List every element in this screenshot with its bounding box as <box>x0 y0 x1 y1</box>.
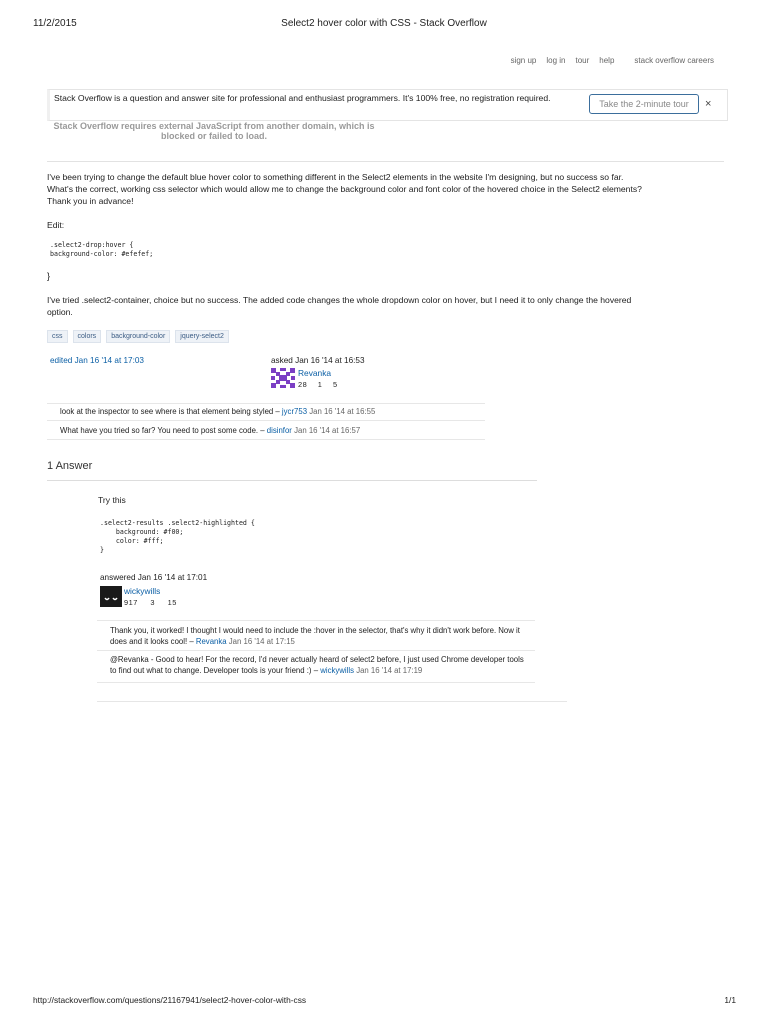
comment-user[interactable]: wickywills <box>320 666 354 675</box>
top-nav: sign up log in tour help stack overflow … <box>511 56 714 65</box>
silver-badge-count: 1 <box>317 380 323 389</box>
take-tour-button[interactable]: Take the 2-minute tour <box>589 94 699 114</box>
question-comment: look at the inspector to see where is th… <box>60 407 480 416</box>
comment-text: look at the inspector to see where is th… <box>60 407 280 416</box>
comment-date[interactable]: Jan 16 '14 at 16:57 <box>294 426 360 435</box>
asker-name[interactable]: Revanka <box>298 368 331 378</box>
hero-text: Stack Overflow is a question and answer … <box>54 93 551 103</box>
reputation-score: 917 <box>124 598 138 607</box>
nav-tour[interactable]: tour <box>575 56 589 65</box>
print-url: http://stackoverflow.com/questions/21167… <box>33 995 307 1005</box>
answerer-reputation: 917 3 15 <box>124 598 177 607</box>
nav-help[interactable]: help <box>599 56 614 65</box>
question-code-block: .select2-drop:hover { background-color: … <box>50 241 154 258</box>
comment-date[interactable]: Jan 16 '14 at 16:55 <box>309 407 375 416</box>
answerer-avatar[interactable] <box>100 586 122 607</box>
tag-list: css colors background-color jquery-selec… <box>47 330 229 343</box>
nav-log-in[interactable]: log in <box>546 56 565 65</box>
comment-user[interactable]: jycr753 <box>282 407 307 416</box>
asked-time: asked Jan 16 '14 at 16:53 <box>271 356 365 365</box>
print-title: Select2 hover color with CSS - Stack Ove… <box>281 18 487 29</box>
question-paragraph-2: I've tried .select2-container, choice bu… <box>47 295 632 317</box>
javascript-warning: Stack Overflow requires external JavaScr… <box>53 121 375 141</box>
comment-divider <box>47 420 485 421</box>
reputation-score: 28 <box>298 380 308 389</box>
divider <box>47 480 537 481</box>
tag-background-color[interactable]: background-color <box>106 330 171 343</box>
answers-heading: 1 Answer <box>47 460 93 472</box>
tag-jquery-select2[interactable]: jquery-select2 <box>175 330 229 343</box>
comment-user[interactable]: Revanka <box>196 637 227 646</box>
asker-avatar[interactable] <box>271 368 295 388</box>
divider <box>97 701 567 702</box>
comment-text: What have you tried so far? You need to … <box>60 426 265 435</box>
tag-colors[interactable]: colors <box>72 330 102 343</box>
silver-badge-count: 3 <box>150 598 156 607</box>
answer-comment: @Revanka - Good to hear! For the record,… <box>110 654 525 676</box>
answerer-name[interactable]: wickywills <box>124 586 160 596</box>
comment-divider <box>47 439 485 440</box>
bronze-badge-count: 15 <box>167 598 177 607</box>
comment-user[interactable]: disinfor <box>267 426 292 435</box>
question-comment: What have you tried so far? You need to … <box>60 426 480 435</box>
tag-css[interactable]: css <box>47 330 68 343</box>
question-paragraph: I've been trying to change the default b… <box>47 172 642 206</box>
comment-divider <box>97 620 535 621</box>
print-page-number: 1/1 <box>724 995 736 1005</box>
edited-link[interactable]: edited Jan 16 '14 at 17:03 <box>50 356 144 365</box>
comment-divider <box>47 403 485 404</box>
edit-label: Edit: <box>47 220 65 230</box>
bronze-badge-count: 5 <box>332 380 338 389</box>
divider <box>47 161 724 162</box>
comment-text: Thank you, it worked! I thought I would … <box>110 626 520 646</box>
comment-date[interactable]: Jan 16 '14 at 17:15 <box>229 637 295 646</box>
close-icon[interactable]: × <box>705 98 711 110</box>
asker-reputation: 28 1 5 <box>298 380 338 389</box>
comment-text: @Revanka - Good to hear! For the record,… <box>110 655 524 675</box>
comment-date[interactable]: Jan 16 '14 at 17:19 <box>356 666 422 675</box>
answer-comment: Thank you, it worked! I thought I would … <box>110 625 520 647</box>
question-code-closing: } <box>47 271 51 281</box>
answer-code-block: .select2-results .select2-highlighted { … <box>100 519 255 554</box>
answered-time: answered Jan 16 '14 at 17:01 <box>100 573 208 582</box>
nav-careers[interactable]: stack overflow careers <box>634 56 714 65</box>
question-body: I've been trying to change the default b… <box>47 171 647 243</box>
nav-sign-up[interactable]: sign up <box>511 56 537 65</box>
comment-divider <box>97 650 535 651</box>
comment-divider <box>97 682 535 683</box>
answer-intro: Try this <box>98 495 126 505</box>
